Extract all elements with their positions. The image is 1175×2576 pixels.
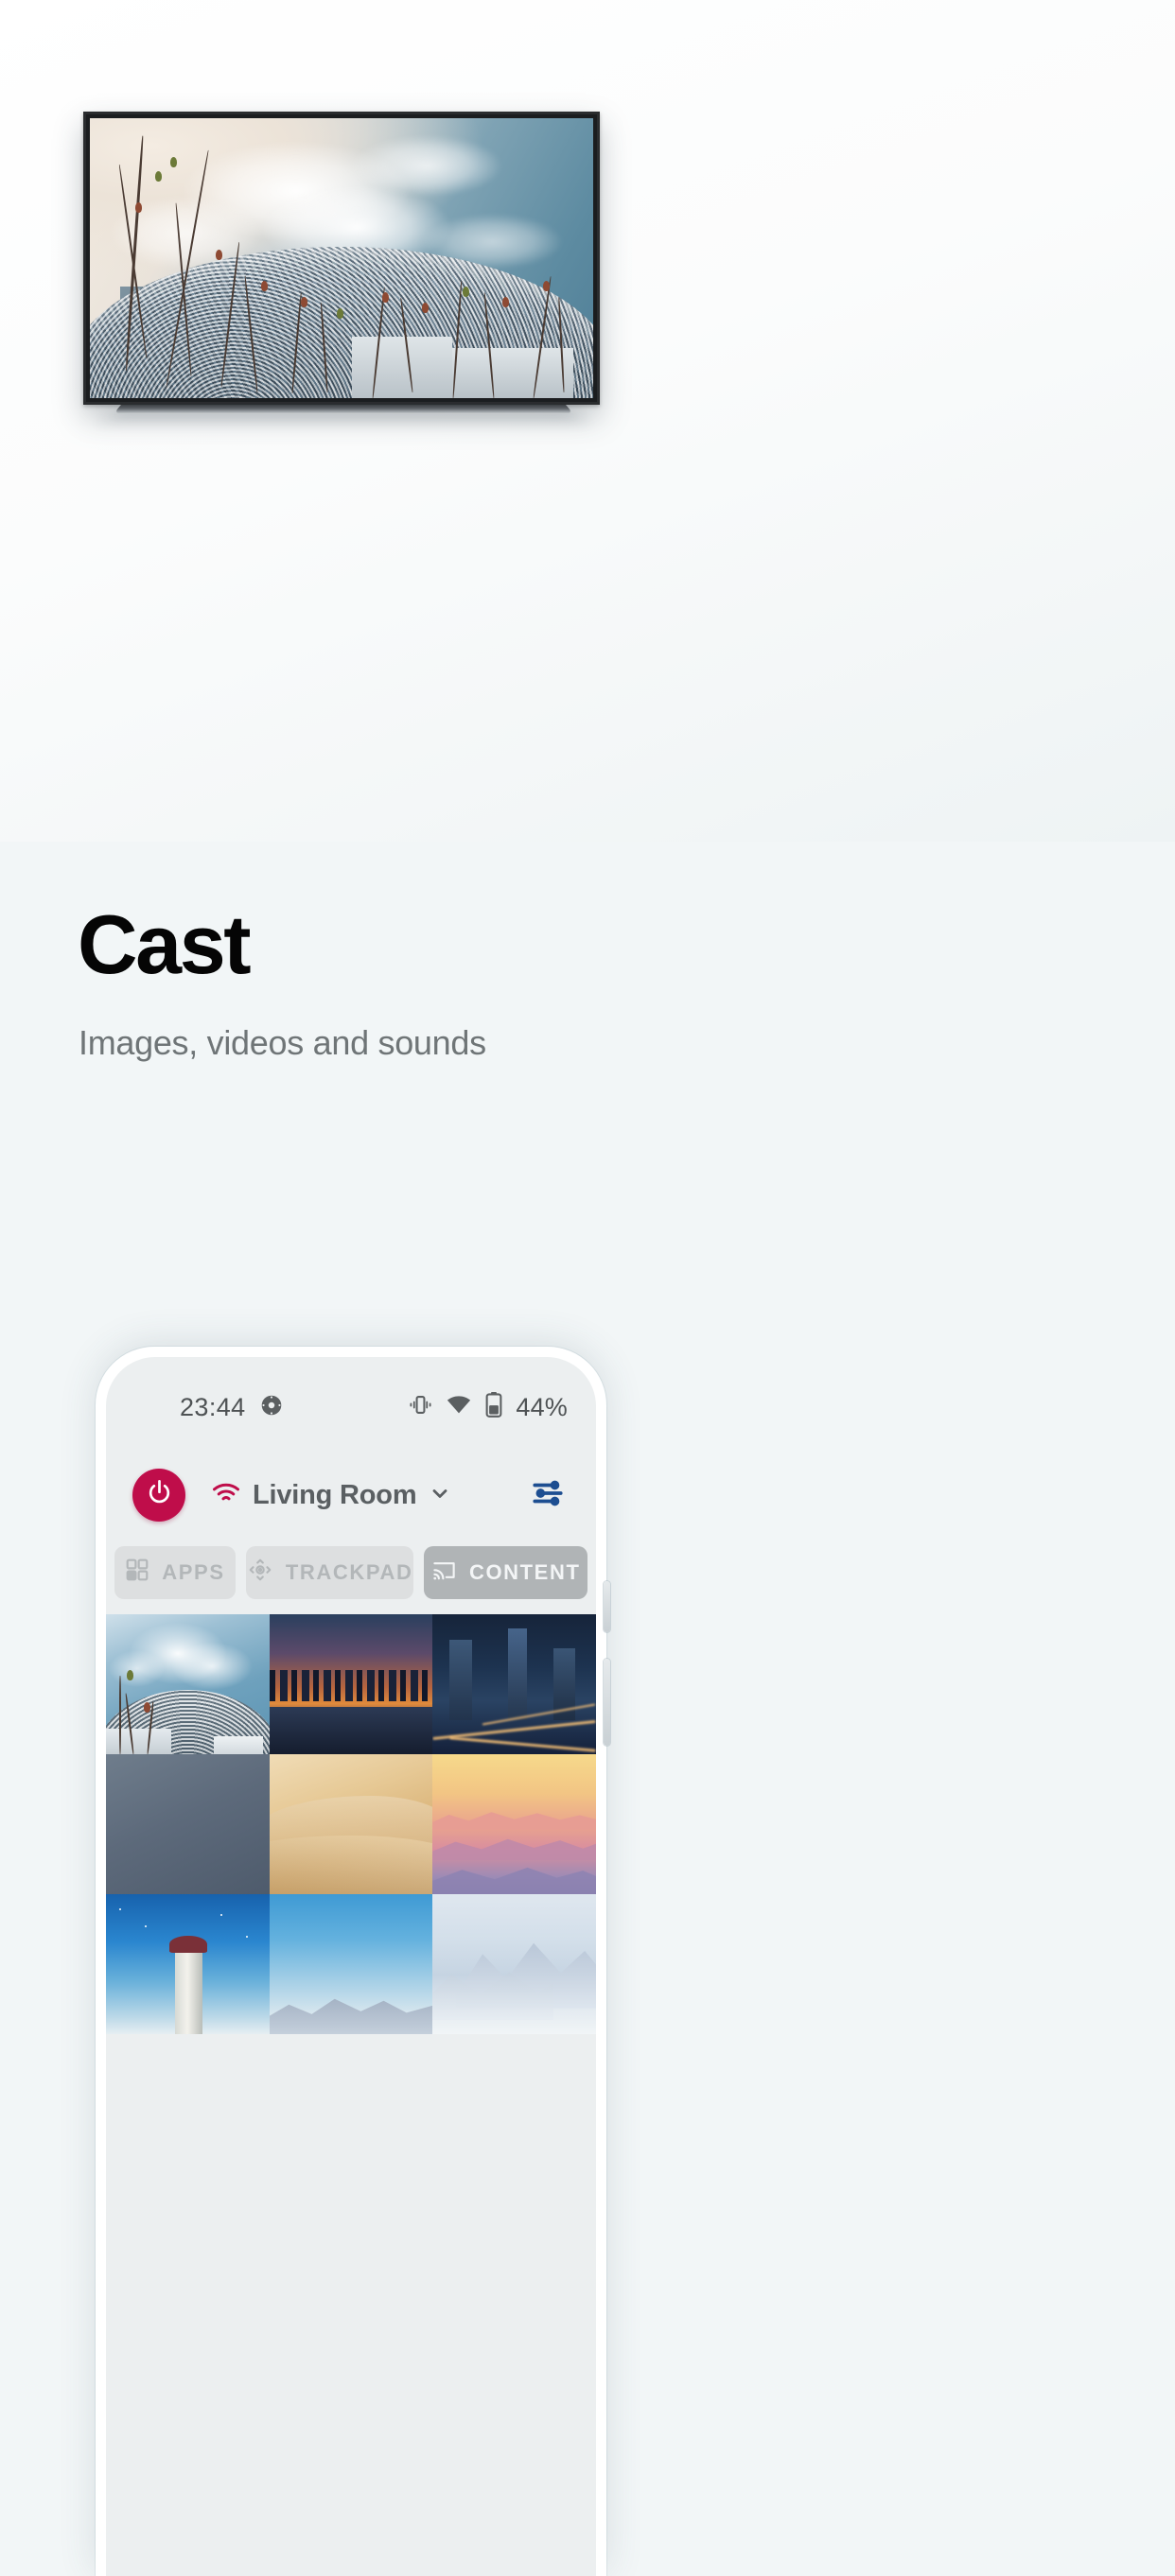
tab-apps[interactable]: APPS <box>114 1546 236 1599</box>
grid-item-misty-mountains-pale[interactable] <box>432 1894 596 2034</box>
tab-trackpad-label: TRACKPAD <box>285 1560 413 1584</box>
tab-trackpad[interactable]: TRACKPAD <box>245 1546 414 1599</box>
tv-bezel <box>83 112 600 405</box>
phone-volume-down-button[interactable] <box>604 1659 610 1746</box>
dpad-icon <box>247 1557 273 1589</box>
tv-screen <box>90 118 593 398</box>
battery-icon <box>484 1392 503 1422</box>
grid-item-blue-gray-gradient[interactable] <box>106 1754 270 1894</box>
grid-item-dubai-city-night-aerial[interactable] <box>432 1614 596 1754</box>
wifi-icon <box>212 1482 240 1509</box>
power-button[interactable] <box>132 1469 185 1522</box>
phone-volume-up-button[interactable] <box>604 1581 610 1632</box>
cast-icon <box>431 1558 457 1589</box>
hero-section <box>0 0 1175 842</box>
tv-stand <box>113 405 574 414</box>
grid-item-doha-skyline-sunset[interactable] <box>269 1614 433 1754</box>
grid-item-blue-sky-mountain-ridge[interactable] <box>269 1894 433 2034</box>
battery-percent: 44% <box>516 1392 568 1421</box>
grid-item-louvre-abu-dhabi-dome[interactable] <box>106 1614 270 1754</box>
grid-apps-icon <box>125 1558 149 1588</box>
chevron-down-icon[interactable] <box>429 1482 451 1509</box>
device-name: Living Room <box>253 1479 417 1510</box>
grid-item-lighthouse-night-sky[interactable] <box>106 1894 270 2034</box>
grid-item-pink-mountain-sunset[interactable] <box>432 1754 596 1894</box>
tab-content-label: CONTENT <box>468 1560 581 1584</box>
phone-screen: 23:44 44% Living Room APPS TRACKPAD CONT… <box>106 1357 596 2576</box>
grid-item-desert-sand-dune[interactable] <box>269 1754 433 1894</box>
clock-icon <box>259 1393 284 1422</box>
tab-apps-label: APPS <box>162 1560 225 1584</box>
title-section: Cast Images, videos and sounds <box>0 842 1175 1296</box>
settings-button[interactable] <box>526 1473 570 1517</box>
content-grid <box>106 1614 596 2576</box>
tab-bar: APPS TRACKPAD CONTENT <box>106 1546 596 1599</box>
wifi-icon <box>446 1392 472 1423</box>
status-time: 23:44 <box>180 1392 246 1421</box>
tab-content[interactable]: CONTENT <box>424 1546 588 1599</box>
phone-mockup: 23:44 44% Living Room APPS TRACKPAD CONT… <box>96 1347 610 2576</box>
page-title: Cast <box>78 897 252 991</box>
vibrate-icon <box>408 1392 433 1422</box>
device-selector[interactable]: Living Room <box>212 1480 451 1511</box>
status-bar: 23:44 44% <box>106 1385 596 1429</box>
sliders-icon <box>532 1479 564 1512</box>
tv-photo <box>90 118 593 398</box>
page-subtitle: Images, videos and sounds <box>79 1023 486 1062</box>
power-icon <box>145 1478 174 1512</box>
app-header: Living Room <box>106 1452 596 1539</box>
television <box>83 112 600 405</box>
